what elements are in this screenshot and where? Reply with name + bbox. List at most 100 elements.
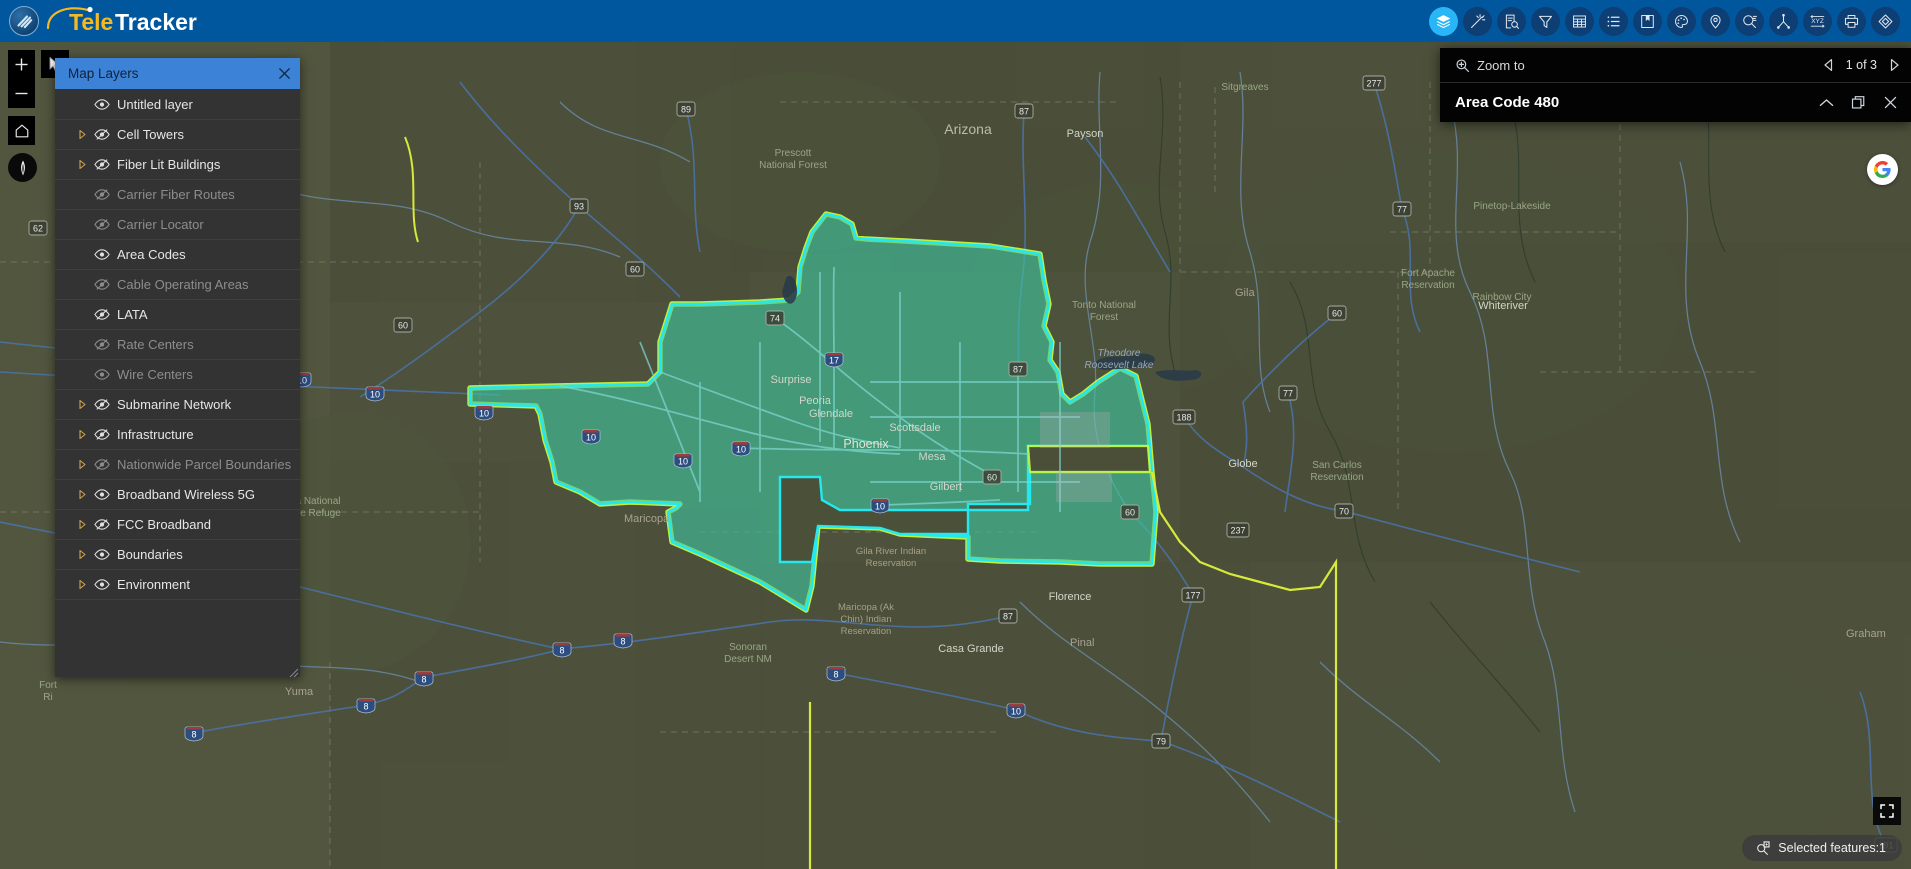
query-form-icon-button[interactable]	[1497, 6, 1526, 36]
layer-row[interactable]: Environment	[55, 570, 300, 600]
expand-triangle-icon[interactable]	[73, 519, 91, 530]
map-label-park: Ri	[43, 692, 52, 703]
layer-row[interactable]: Wire Centers	[55, 360, 300, 390]
location-pin-icon-button[interactable]	[1701, 6, 1730, 36]
popup-page-indicator: 1 of 3	[1845, 58, 1877, 72]
svg-text:87: 87	[1013, 365, 1023, 375]
eye-visible-icon[interactable]	[91, 548, 113, 561]
expand-triangle-icon[interactable]	[73, 399, 91, 410]
layer-row[interactable]: Fiber Lit Buildings	[55, 150, 300, 180]
layer-row[interactable]: FCC Broadband	[55, 510, 300, 540]
svg-text:93: 93	[574, 202, 584, 212]
eye-hidden-icon[interactable]	[91, 218, 113, 231]
panel-resize-handle[interactable]	[289, 666, 299, 678]
popup-title-bar: Area Code 480	[1440, 83, 1911, 122]
search-features-icon-button[interactable]	[1735, 6, 1764, 36]
eye-hidden-icon[interactable]	[91, 338, 113, 351]
expand-triangle-icon[interactable]	[73, 489, 91, 500]
map-label-park: Sitgreaves	[1221, 82, 1268, 93]
map-label-park: Rainbow City	[1473, 292, 1532, 303]
eye-visible-icon[interactable]	[91, 98, 113, 111]
network-flow-icon-button[interactable]	[1769, 6, 1798, 36]
print-icon-button[interactable]	[1837, 6, 1866, 36]
expand-triangle-icon[interactable]	[73, 459, 91, 470]
eye-visible-icon[interactable]	[91, 578, 113, 591]
expand-triangle-icon[interactable]	[73, 159, 91, 170]
map-label-county: Graham	[1846, 628, 1886, 640]
table-icon-button[interactable]	[1565, 6, 1594, 36]
map-label-city: Mesa	[919, 451, 947, 463]
zoom-out-button[interactable]	[8, 79, 35, 108]
layer-row[interactable]: LATA	[55, 300, 300, 330]
eye-hidden-icon[interactable]	[91, 398, 113, 411]
chevron-up-icon[interactable]	[1819, 98, 1834, 108]
layer-row[interactable]: Carrier Fiber Routes	[55, 180, 300, 210]
map-layers-panel[interactable]: Map Layers Untitled layer Cell Towers Fibe…	[55, 58, 300, 678]
sketch-diamond-icon-button[interactable]	[1871, 6, 1900, 36]
previous-feature-button[interactable]	[1822, 58, 1835, 72]
layer-row[interactable]: Infrastructure	[55, 420, 300, 450]
eye-visible-icon[interactable]	[91, 488, 113, 501]
list-icon-button[interactable]	[1599, 6, 1628, 36]
expand-triangle-icon[interactable]	[73, 129, 91, 140]
highway-shield: 62	[28, 220, 48, 236]
expand-triangle-icon[interactable]	[73, 429, 91, 440]
map-label-park: Pinetop-Lakeside	[1473, 201, 1551, 212]
zoom-to-icon	[1456, 58, 1470, 72]
close-icon[interactable]	[277, 66, 292, 81]
layer-row[interactable]: Broadband Wireless 5G	[55, 480, 300, 510]
close-icon[interactable]	[1883, 95, 1898, 110]
eye-visible-icon[interactable]	[91, 368, 113, 381]
highway-shield: 8	[826, 666, 846, 682]
eye-hidden-icon[interactable]	[91, 278, 113, 291]
layer-row[interactable]: Carrier Locator	[55, 210, 300, 240]
palette-icon-button[interactable]	[1667, 6, 1696, 36]
filter-icon-button[interactable]	[1531, 6, 1560, 36]
xyz-coordinates-icon-button[interactable]: XYZ	[1803, 6, 1832, 36]
layer-row[interactable]: Rate Centers	[55, 330, 300, 360]
zoom-in-button[interactable]	[8, 50, 35, 79]
eye-hidden-icon[interactable]	[91, 518, 113, 531]
expand-triangle-icon[interactable]	[73, 579, 91, 590]
map-layers-header[interactable]: Map Layers	[55, 58, 300, 89]
compass-north-button[interactable]	[8, 153, 37, 182]
eye-hidden-icon[interactable]	[91, 428, 113, 441]
eye-hidden-icon[interactable]	[91, 128, 113, 141]
eye-hidden-icon[interactable]	[91, 158, 113, 171]
layer-row[interactable]: Submarine Network	[55, 390, 300, 420]
highway-shield: 8	[552, 642, 572, 658]
next-feature-button[interactable]	[1888, 58, 1901, 72]
svg-text:87: 87	[1003, 612, 1013, 622]
svg-text:8: 8	[559, 646, 564, 656]
eye-hidden-icon[interactable]	[91, 188, 113, 201]
feature-popup[interactable]: Zoom to 1 of 3 Area Code 480	[1440, 48, 1911, 122]
map-label-park: Desert NM	[724, 654, 772, 665]
map-label-county: Maricopa	[624, 513, 670, 525]
eye-hidden-icon[interactable]	[91, 458, 113, 471]
eye-visible-icon[interactable]	[91, 248, 113, 261]
map-label-park: Prescott	[775, 148, 812, 159]
magic-wand-icon-button[interactable]	[1463, 6, 1492, 36]
brand-logo[interactable]: Tele Tracker	[0, 6, 234, 36]
layers-icon-button[interactable]	[1429, 6, 1458, 36]
layer-row[interactable]: Untitled layer	[55, 90, 300, 120]
layer-label: Nationwide Parcel Boundaries	[117, 457, 292, 472]
eye-hidden-icon[interactable]	[91, 308, 113, 321]
layer-row[interactable]: Area Codes	[55, 240, 300, 270]
svg-text:74: 74	[770, 314, 780, 324]
dock-window-icon[interactable]	[1851, 95, 1866, 110]
google-attribution-button[interactable]	[1867, 154, 1898, 185]
svg-text:77: 77	[1283, 389, 1293, 399]
fullscreen-button[interactable]	[1873, 797, 1901, 825]
home-extent-button[interactable]	[8, 116, 35, 145]
bookmark-icon-button[interactable]	[1633, 6, 1662, 36]
layer-row[interactable]: Nationwide Parcel Boundaries	[55, 450, 300, 480]
expand-triangle-icon[interactable]	[73, 549, 91, 560]
layer-row[interactable]: Boundaries	[55, 540, 300, 570]
layer-row[interactable]: Cable Operating Areas	[55, 270, 300, 300]
layer-row[interactable]: Cell Towers	[55, 120, 300, 150]
zoom-to-button[interactable]: Zoom to	[1455, 58, 1525, 73]
highway-shield: 70	[1334, 503, 1354, 519]
layer-label: Area Codes	[117, 247, 186, 262]
map-navigation-controls	[8, 50, 37, 182]
